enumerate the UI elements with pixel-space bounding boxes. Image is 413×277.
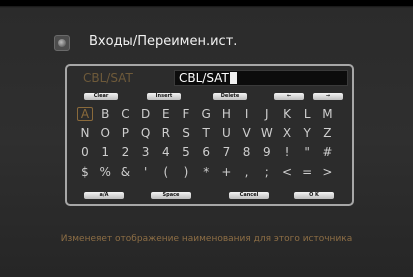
key-2-3[interactable]: 3: [138, 145, 154, 159]
key-1-2[interactable]: P: [117, 126, 133, 140]
key-1-7[interactable]: U: [218, 126, 234, 140]
key-0-0[interactable]: A: [77, 107, 93, 121]
key-3-9[interactable]: ;: [259, 165, 275, 179]
cancel-button[interactable]: Cancel: [229, 192, 269, 199]
key-3-0[interactable]: $: [77, 165, 93, 179]
page-title: Входы/Переимен.ист.: [89, 34, 238, 49]
key-2-6[interactable]: 6: [198, 145, 214, 159]
key-2-8[interactable]: 8: [239, 145, 255, 159]
key-1-10[interactable]: X: [279, 126, 295, 140]
key-1-5[interactable]: S: [178, 126, 194, 140]
help-text: Изменеяет отображение наименования для э…: [60, 234, 353, 244]
ok-button[interactable]: O K: [294, 192, 334, 199]
screen: Входы/Переимен.ист. CBL/SAT CBL/SAT Clea…: [0, 0, 413, 277]
key-1-8[interactable]: V: [239, 126, 255, 140]
key-3-8[interactable]: ,: [239, 165, 255, 179]
key-3-5[interactable]: ): [178, 165, 194, 179]
key-0-9[interactable]: J: [259, 107, 275, 121]
input-source-icon: [54, 35, 70, 51]
key-2-5[interactable]: 5: [178, 145, 194, 159]
key-1-11[interactable]: Y: [299, 126, 315, 140]
key-3-6[interactable]: *: [198, 165, 214, 179]
clear-button[interactable]: Clear: [84, 93, 118, 100]
cursor-left-button[interactable]: ←: [274, 93, 304, 100]
cursor-right-button[interactable]: →: [313, 93, 343, 100]
key-2-12[interactable]: #: [319, 145, 335, 159]
key-2-0[interactable]: 0: [77, 145, 93, 159]
key-0-6[interactable]: G: [198, 107, 214, 121]
key-0-2[interactable]: C: [117, 107, 133, 121]
key-0-5[interactable]: F: [178, 107, 194, 121]
key-0-1[interactable]: B: [97, 107, 113, 121]
key-3-1[interactable]: %: [97, 165, 113, 179]
key-1-12[interactable]: Z: [319, 126, 335, 140]
top-border: [0, 0, 413, 6]
text-cursor: [229, 72, 237, 84]
rename-keyboard-panel: CBL/SAT CBL/SAT Clear Insert Delete ← → …: [65, 64, 354, 206]
key-1-3[interactable]: Q: [138, 126, 154, 140]
key-0-4[interactable]: E: [158, 107, 174, 121]
key-0-10[interactable]: K: [279, 107, 295, 121]
key-1-0[interactable]: N: [77, 126, 93, 140]
key-3-12[interactable]: >: [319, 165, 335, 179]
key-1-1[interactable]: O: [97, 126, 113, 140]
name-input[interactable]: CBL/SAT: [174, 70, 348, 86]
key-1-6[interactable]: T: [198, 126, 214, 140]
insert-button[interactable]: Insert: [147, 93, 181, 100]
key-3-10[interactable]: <: [279, 165, 295, 179]
key-2-9[interactable]: 9: [259, 145, 275, 159]
source-label: CBL/SAT: [83, 71, 133, 85]
key-0-7[interactable]: H: [218, 107, 234, 121]
space-button[interactable]: Space: [151, 192, 191, 199]
key-3-4[interactable]: (: [158, 165, 174, 179]
key-2-1[interactable]: 1: [97, 145, 113, 159]
delete-button[interactable]: Delete: [213, 93, 247, 100]
key-0-8[interactable]: I: [239, 107, 255, 121]
key-2-2[interactable]: 2: [117, 145, 133, 159]
key-2-10[interactable]: !: [279, 145, 295, 159]
key-3-2[interactable]: &: [117, 165, 133, 179]
key-0-3[interactable]: D: [138, 107, 154, 121]
key-3-3[interactable]: ': [138, 165, 154, 179]
key-0-11[interactable]: L: [299, 107, 315, 121]
key-1-4[interactable]: R: [158, 126, 174, 140]
key-2-7[interactable]: 7: [218, 145, 234, 159]
name-input-value: CBL/SAT: [179, 71, 237, 85]
key-3-11[interactable]: =: [299, 165, 315, 179]
key-3-7[interactable]: +: [218, 165, 234, 179]
key-1-9[interactable]: W: [259, 126, 275, 140]
key-2-11[interactable]: ": [299, 145, 315, 159]
case-toggle-button[interactable]: a/A: [84, 192, 124, 199]
name-text: CBL/SAT: [179, 71, 229, 85]
key-0-12[interactable]: M: [319, 107, 335, 121]
key-2-4[interactable]: 4: [158, 145, 174, 159]
